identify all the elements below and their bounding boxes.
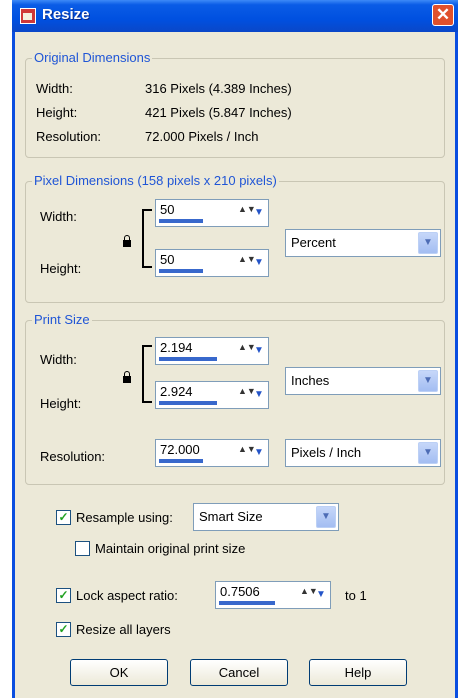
aspect-ratio-bar [219,601,275,605]
help-button[interactable]: Help [309,659,407,686]
chevron-down-icon[interactable]: ▼ [418,232,438,254]
pixel-height-spinner[interactable]: 50 ▲▼ ▼ [155,249,269,277]
pixel-dimensions-group: Pixel Dimensions (158 pixels x 210 pixel… [25,173,445,303]
chevron-down-icon[interactable]: ▼ [418,370,438,392]
pixel-dimensions-legend: Pixel Dimensions (158 pixels x 210 pixel… [32,173,279,188]
chevron-down-icon[interactable]: ▼ [253,206,265,220]
original-width-label: Width: [36,81,73,96]
print-unit-value: Inches [291,373,330,388]
resolution-value[interactable]: 72.000 [160,442,200,457]
maintain-print-size-checkbox[interactable] [75,541,90,556]
spin-arrows-icon[interactable]: ▲▼ [238,343,256,358]
resize-dialog: Resize ✕ Original Dimensions Width: 316 … [12,0,458,698]
print-unit-select[interactable]: Inches ▼ [285,367,441,395]
chevron-down-icon[interactable]: ▼ [315,588,327,602]
aspect-ratio-spinner[interactable]: 0.7506 ▲▼ ▼ [215,581,331,609]
pixel-unit-select[interactable]: Percent ▼ [285,229,441,257]
aspect-ratio-value[interactable]: 0.7506 [220,584,260,599]
print-width-value[interactable]: 2.194 [160,340,193,355]
resize-all-layers-checkbox[interactable]: ✓ [56,622,71,637]
original-dimensions-group: Original Dimensions Width: 316 Pixels (4… [25,50,445,158]
resample-method-value: Smart Size [199,509,263,524]
dialog-title: Resize [42,6,90,23]
print-lock-icon[interactable] [123,371,131,383]
print-height-value[interactable]: 2.924 [160,384,193,399]
pixel-width-spinner[interactable]: 50 ▲▼ ▼ [155,199,269,227]
print-width-spinner[interactable]: 2.194 ▲▼ ▼ [155,337,269,365]
app-icon [20,8,36,24]
print-resolution-label: Resolution: [40,449,106,464]
resample-checkbox[interactable]: ✓ [56,510,71,525]
chevron-down-icon[interactable]: ▼ [316,506,336,528]
close-button[interactable]: ✕ [432,4,454,26]
chevron-down-icon[interactable]: ▼ [253,344,265,358]
pixel-height-value[interactable]: 50 [160,252,174,267]
original-width-value: 316 Pixels (4.389 Inches) [145,81,292,96]
print-height-bar [159,401,217,405]
pixel-height-label: Height: [40,261,82,276]
pixel-lock-icon[interactable] [123,235,131,247]
cancel-button[interactable]: Cancel [190,659,288,686]
ok-button[interactable]: OK [70,659,168,686]
pixel-link-bracket [142,209,152,268]
chevron-down-icon[interactable]: ▼ [253,256,265,270]
chevron-down-icon[interactable]: ▼ [418,442,438,464]
pixel-width-value[interactable]: 50 [160,202,174,217]
resolution-spinner[interactable]: 72.000 ▲▼ ▼ [155,439,269,467]
pixel-width-label: Width: [40,209,77,224]
resolution-unit-value: Pixels / Inch [291,445,362,460]
original-dimensions-legend: Original Dimensions [32,50,153,65]
pixel-height-bar [159,269,203,273]
resize-all-layers-label[interactable]: Resize all layers [76,622,171,637]
print-link-bracket [142,345,152,403]
original-height-label: Height: [36,105,78,120]
chevron-down-icon[interactable]: ▼ [253,446,265,460]
print-size-group: Print Size Width: Height: 2.194 ▲▼ ▼ 2.9… [25,312,445,485]
lock-aspect-checkbox[interactable]: ✓ [56,588,71,603]
spin-arrows-icon[interactable]: ▲▼ [238,387,256,402]
print-height-label: Height: [40,396,82,411]
resample-method-select[interactable]: Smart Size ▼ [193,503,339,531]
chevron-down-icon[interactable]: ▼ [253,388,265,402]
original-height-value: 421 Pixels (5.847 Inches) [145,105,292,120]
original-resolution-value: 72.000 Pixels / Inch [145,129,259,144]
ratio-suffix: to 1 [345,588,367,603]
print-width-bar [159,357,217,361]
resolution-bar [159,459,203,463]
original-resolution-label: Resolution: [36,129,102,144]
pixel-width-bar [159,219,203,223]
title-bar[interactable]: Resize ✕ [12,0,458,32]
spin-arrows-icon[interactable]: ▲▼ [300,587,318,602]
spin-arrows-icon[interactable]: ▲▼ [238,205,256,220]
spin-arrows-icon[interactable]: ▲▼ [238,445,256,460]
resample-label[interactable]: Resample using: [76,510,173,525]
maintain-print-size-label[interactable]: Maintain original print size [95,541,245,556]
pixel-unit-value: Percent [291,235,336,250]
spin-arrows-icon[interactable]: ▲▼ [238,255,256,270]
resolution-unit-select[interactable]: Pixels / Inch ▼ [285,439,441,467]
print-width-label: Width: [40,352,77,367]
print-height-spinner[interactable]: 2.924 ▲▼ ▼ [155,381,269,409]
print-size-legend: Print Size [32,312,92,327]
lock-aspect-label[interactable]: Lock aspect ratio: [76,588,178,603]
